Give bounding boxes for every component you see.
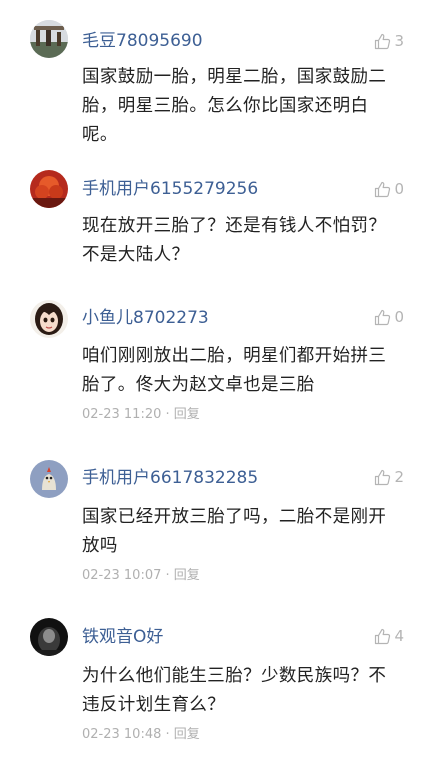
like-count: 4 — [394, 627, 404, 645]
like-count: 0 — [394, 180, 404, 198]
username[interactable]: 小鱼儿8702273 — [82, 308, 209, 328]
avatar[interactable] — [30, 460, 68, 498]
like-button[interactable]: 3 — [374, 31, 404, 51]
thumbs-up-icon — [375, 181, 391, 197]
thumbs-up-icon — [375, 33, 391, 49]
comment-time: 02-23 10:07 — [82, 568, 162, 583]
comment-meta: 02-23 10:48 · 回复 — [82, 726, 200, 744]
avatar[interactable] — [30, 618, 68, 656]
separator: · — [165, 568, 170, 583]
avatar[interactable] — [30, 20, 68, 58]
avatar[interactable] — [30, 170, 68, 208]
like-button[interactable]: 0 — [374, 179, 404, 199]
username[interactable]: 铁观音O好 — [82, 627, 163, 647]
like-count: 3 — [394, 32, 404, 50]
comment-text: 国家已经开放三胎了吗，二胎不是刚开放吗 — [82, 507, 387, 556]
comment-meta: 02-23 11:20 · 回复 — [82, 406, 200, 424]
comment-time: 02-23 10:48 — [82, 727, 162, 742]
avatar[interactable] — [30, 300, 68, 338]
username[interactable]: 手机用户6617832285 — [82, 468, 258, 488]
comment-text: 为什么他们能生三胎？少数民族吗？不违反计划生育么？ — [82, 666, 387, 715]
like-count: 2 — [394, 468, 404, 486]
reply-link[interactable]: 回复 — [174, 407, 200, 422]
reply-link[interactable]: 回复 — [174, 568, 200, 583]
comment-text: 国家鼓励一胎，明星二胎，国家鼓励二胎，明星三胎。怎么你比国家还明白呢。 — [82, 67, 387, 145]
separator: · — [165, 727, 170, 742]
comment-text: 咱们刚刚放出二胎，明星们都开始拼三胎了。佟大为赵文卓也是三胎 — [82, 346, 387, 395]
like-count: 0 — [394, 308, 404, 326]
like-button[interactable]: 2 — [374, 467, 404, 487]
thumbs-up-icon — [375, 628, 391, 644]
separator: · — [165, 407, 170, 422]
comment-time: 02-23 11:20 — [82, 407, 162, 422]
comment-text: 现在放开三胎了？还是有钱人不怕罚？不是大陆人？ — [82, 216, 387, 265]
reply-link[interactable]: 回复 — [174, 727, 200, 742]
like-button[interactable]: 4 — [374, 626, 404, 646]
comment-meta: 02-23 10:07 · 回复 — [82, 567, 200, 585]
username[interactable]: 毛豆78095690 — [82, 31, 203, 51]
thumbs-up-icon — [375, 309, 391, 325]
username[interactable]: 手机用户6155279256 — [82, 179, 258, 199]
like-button[interactable]: 0 — [374, 307, 404, 327]
thumbs-up-icon — [375, 469, 391, 485]
